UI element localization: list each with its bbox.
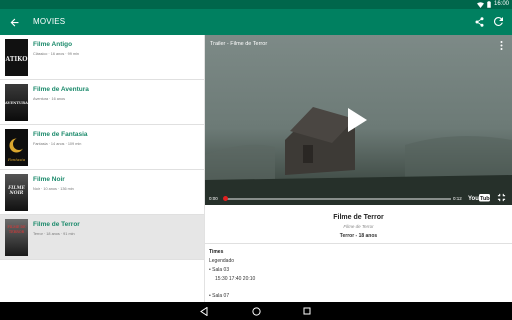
time-current: 0:00 (209, 196, 218, 201)
progress-bar[interactable] (223, 196, 451, 201)
times-label: Times (209, 249, 224, 255)
movie-title: Filme Noir (33, 176, 65, 183)
back-triangle-icon (200, 306, 208, 316)
battery-icon (487, 1, 491, 8)
svg-text:You: You (468, 196, 479, 202)
movie-item-aventura[interactable]: AVENTURA Filme de Aventura Aventura · 16… (0, 80, 204, 125)
movie-item-terror[interactable]: FILME DE TERROR Filme de Terror Terror ·… (0, 215, 204, 260)
play-icon (348, 108, 367, 132)
poster-title: AVENTURA (5, 101, 28, 105)
movie-title: Filme de Terror (33, 221, 80, 228)
nav-home-button[interactable] (250, 305, 262, 317)
room-name: • Sala 03 (209, 267, 230, 273)
svg-text:Tube: Tube (480, 196, 490, 202)
room-name: • Sala 07 (209, 293, 230, 299)
movie-poster: AVENTURA (5, 84, 28, 121)
movie-item-antigo[interactable]: ATIKO Filme Antigo Clássico · 16 anos · … (0, 35, 204, 80)
back-button[interactable] (7, 15, 21, 29)
movie-meta: Aventura · 16 anos (33, 97, 66, 101)
movie-poster: FILME NOIR (5, 174, 28, 211)
poster-title: FILME DE TERROR (7, 225, 26, 234)
fullscreen-exit-icon (497, 193, 505, 201)
play-button[interactable] (342, 105, 372, 135)
movie-poster: FILME DE TERROR (5, 219, 28, 256)
room-times: 15:30 17:40 20:10 (215, 276, 256, 282)
movie-meta: Terror · 18 anos · 91 min (33, 232, 75, 236)
share-icon (475, 16, 484, 27)
poster-title: FILME NOIR (8, 186, 25, 196)
wifi-icon (476, 1, 484, 8)
video-menu-button[interactable] (497, 40, 505, 50)
fullscreen-button[interactable] (496, 192, 506, 202)
detail-info: Terror - 18 anos (339, 233, 378, 239)
poster-moon-image (9, 138, 25, 153)
movie-item-noir[interactable]: FILME NOIR Filme Noir Noir · 10 anos · 1… (0, 170, 204, 215)
recents-square-icon (303, 307, 311, 315)
detail-title: Filme de Terror (333, 214, 384, 221)
refresh-icon (494, 17, 503, 26)
home-circle-icon (251, 306, 261, 316)
youtube-logo-icon[interactable]: You Tube (468, 193, 490, 202)
share-button[interactable] (473, 15, 486, 28)
movie-meta: Clássico · 16 anos · 99 min (33, 52, 80, 56)
app-title: MOVIES (33, 17, 66, 26)
poster-title: ATIKO (5, 56, 28, 63)
status-clock: 16:00 (493, 1, 509, 7)
movie-meta: Noir · 10 anos · 136 min (33, 187, 74, 191)
movie-poster: ATIKO (5, 39, 28, 76)
poster-title: Fantasia (7, 157, 26, 162)
movie-poster: Fantasia (5, 129, 28, 166)
app-root: 16:00 MOVIES ATIKO Filme Antigo Clássico… (0, 0, 512, 320)
nav-recents-button[interactable] (301, 305, 313, 317)
video-title: Trailer - Filme de Terror (210, 41, 268, 47)
movie-title: Filme de Fantasia (33, 131, 88, 138)
nav-back-button[interactable] (198, 305, 210, 317)
status-icons: 16:00 (476, 1, 509, 8)
movie-meta: Fantasia · 14 anos · 109 min (33, 142, 82, 146)
movie-details: Filme de Terror Filme de Terror Terror -… (205, 205, 512, 302)
more-vert-icon (500, 40, 502, 50)
video-player[interactable]: Trailer - Filme de Terror 0:00 0:12 You … (205, 35, 512, 205)
progress-thumb[interactable] (223, 196, 228, 201)
back-arrow-icon (10, 18, 18, 26)
refresh-button[interactable] (492, 15, 505, 28)
time-total: 0:12 (453, 196, 462, 201)
movie-item-fantasia[interactable]: Fantasia Filme de Fantasia Fantasia · 14… (0, 125, 204, 170)
system-nav-bar (0, 302, 512, 320)
status-bar: 16:00 (0, 0, 512, 9)
subtitle-label: Legendado (209, 258, 235, 264)
app-bar: MOVIES (0, 9, 512, 35)
detail-original-title: Filme de Terror (343, 224, 374, 229)
movie-title: Filme Antigo (33, 41, 73, 48)
movie-title: Filme de Aventura (33, 86, 89, 93)
divider (205, 243, 512, 244)
movie-list: ATIKO Filme Antigo Clássico · 16 anos · … (0, 35, 205, 302)
